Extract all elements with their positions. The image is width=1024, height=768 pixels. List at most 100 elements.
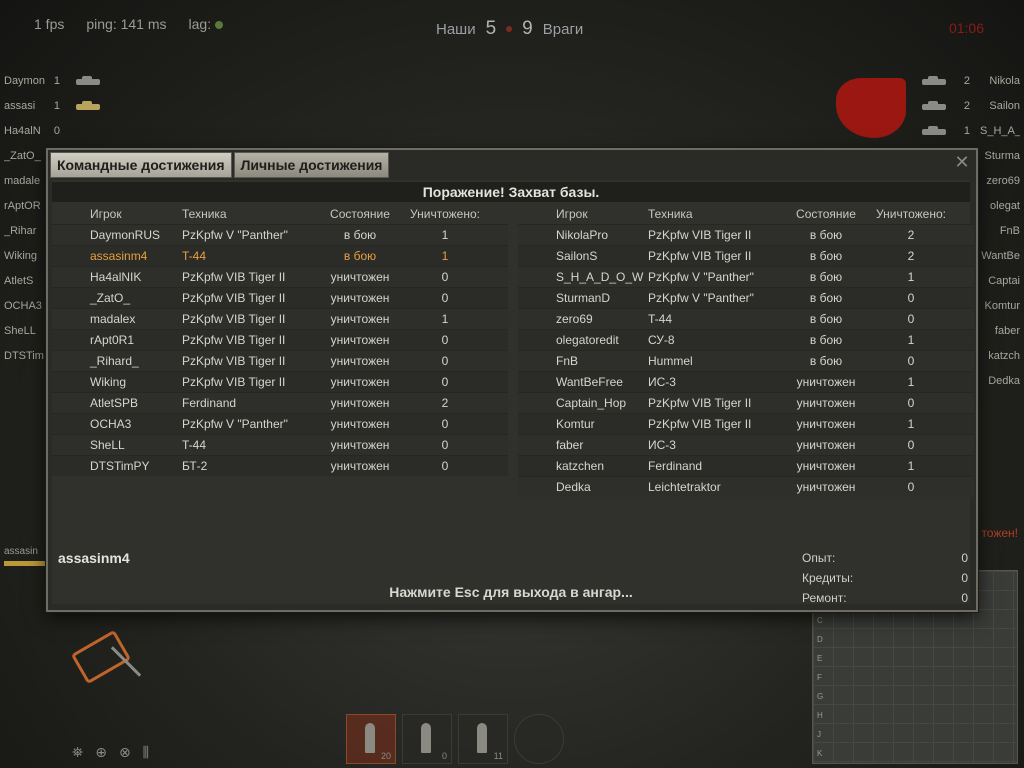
ally-panel-kills: 1 xyxy=(53,99,60,112)
close-icon[interactable]: ✕ xyxy=(952,152,972,172)
ally-team-table: Игрок Техника Состояние Уничтожено: Daym… xyxy=(52,204,508,476)
table-row[interactable]: AtletSPB Ferdinand уничтожен 2 xyxy=(52,392,508,413)
cell-vehicle: PzKpfw V "Panther" xyxy=(182,228,288,242)
table-row[interactable]: rApt0R1 PzKpfw VIB Tiger II уничтожен 0 xyxy=(52,329,508,350)
cell-state: в бою xyxy=(809,249,843,263)
table-row[interactable]: olegatoredit СУ-8 в бою 1 xyxy=(518,329,974,350)
reward-label: Опыт: xyxy=(802,551,836,565)
cell-vehicle: PzKpfw VIB Tiger II xyxy=(182,375,286,389)
enemy-panel-item[interactable]: 2 Sailon xyxy=(916,93,1020,118)
cell-state: уничтожен xyxy=(796,438,856,452)
table-row[interactable]: NikolaPro PzKpfw VIB Tiger II в бою 2 xyxy=(518,224,974,245)
ally-panel-name: Ha4alN xyxy=(4,124,41,137)
table-row[interactable]: Ha4alNIK PzKpfw VIB Tiger II уничтожен 0 xyxy=(52,266,508,287)
cell-vehicle: PzKpfw V "Panther" xyxy=(182,417,288,431)
table-row[interactable]: Captain_Hop PzKpfw VIB Tiger II уничтожен 0 xyxy=(518,392,974,413)
cell-player: SturmanD xyxy=(556,291,611,305)
team-score: Наши 5 9 Враги xyxy=(436,18,583,40)
enemy-panel-item[interactable]: 1 S_H_A_ xyxy=(916,118,1020,143)
enemy-panel-kills: 2 xyxy=(963,74,970,87)
minimap-row-label: C xyxy=(817,616,823,625)
ping-readout: ping: 141 ms xyxy=(86,16,167,32)
cell-kills: 0 xyxy=(907,480,915,494)
tab-personal-achievements[interactable]: Личные достижения xyxy=(233,152,390,178)
table-row[interactable]: WantBeFree ИС-3 уничтожен 1 xyxy=(518,371,974,392)
cell-kills: 1 xyxy=(907,375,915,389)
table-row[interactable]: Komtur PzKpfw VIB Tiger II уничтожен 1 xyxy=(518,413,974,434)
cell-state: уничтожен xyxy=(796,417,856,431)
ally-panel-item[interactable]: Ha4alN 0 xyxy=(4,118,110,143)
tab-team-achievements[interactable]: Командные достижения xyxy=(50,152,232,178)
table-row[interactable]: OCHA3 PzKpfw V "Panther" уничтожен 0 xyxy=(52,413,508,434)
cell-player: AtletSPB xyxy=(90,396,139,410)
ally-panel-name: _Rihar xyxy=(4,224,37,237)
tank-icon xyxy=(916,100,956,111)
table-row[interactable]: faber ИС-3 уничтожен 0 xyxy=(518,434,974,455)
ally-panel-name: AtletS xyxy=(4,274,34,287)
ally-panel-name: assasi xyxy=(4,99,36,112)
ally-panel-item[interactable]: assasi 1 xyxy=(4,93,110,118)
ammo-slot-3[interactable]: 11 xyxy=(458,714,508,764)
col-vehicle: Техника xyxy=(648,207,693,221)
dialog-tabs: Командные достижения Личные достижения xyxy=(50,152,390,178)
lag-label: lag: xyxy=(188,16,212,32)
table-row[interactable]: Wiking PzKpfw VIB Tiger II уничтожен 0 xyxy=(52,371,508,392)
table-row[interactable]: SturmanD PzKpfw V "Panther" в бою 0 xyxy=(518,287,974,308)
cell-state: в бою xyxy=(809,312,843,326)
table-row[interactable]: madalex PzKpfw VIB Tiger II уничтожен 1 xyxy=(52,308,508,329)
cell-state: уничтожен xyxy=(796,459,856,473)
reward-experience: Опыт: 0 xyxy=(802,548,972,568)
table-row[interactable]: DaymonRUS PzKpfw V "Panther" в бою 1 xyxy=(52,224,508,245)
ally-label: Наши xyxy=(436,20,476,38)
enemy-panel-name: zero69 xyxy=(986,174,1020,187)
table-row[interactable]: zero69 T-44 в бою 0 xyxy=(518,308,974,329)
enemy-panel-item[interactable]: 2 Nikola xyxy=(916,68,1020,93)
ally-score: 5 xyxy=(485,18,497,39)
col-player: Игрок xyxy=(556,207,588,221)
cell-player: SailonS xyxy=(556,249,598,263)
cell-vehicle: T-44 xyxy=(182,438,207,452)
table-row[interactable]: DTSTimPY БТ-2 уничтожен 0 xyxy=(52,455,508,476)
cell-kills: 0 xyxy=(441,354,449,368)
cell-state: в бою xyxy=(343,249,377,263)
table-row[interactable]: _Rihard_ PzKpfw VIB Tiger II уничтожен 0 xyxy=(52,350,508,371)
player-health: assasin xyxy=(4,546,48,566)
net-stats: 1 fps ping: 141 ms lag: xyxy=(34,16,224,32)
cell-vehicle: PzKpfw VIB Tiger II xyxy=(182,354,286,368)
table-row[interactable]: assasinm4 T-44 в бою 1 xyxy=(52,245,508,266)
cell-player: FnB xyxy=(556,354,579,368)
cell-player: _ZatO_ xyxy=(90,291,131,305)
table-header: Игрок Техника Состояние Уничтожено: xyxy=(518,204,974,224)
cell-player: assasinm4 xyxy=(90,249,148,263)
cell-vehicle: ИС-3 xyxy=(648,438,676,452)
table-row[interactable]: SailonS PzKpfw VIB Tiger II в бою 2 xyxy=(518,245,974,266)
cell-state: уничтожен xyxy=(796,480,856,494)
ally-panel-name: Daymon xyxy=(4,74,45,87)
cell-vehicle: PzKpfw VIB Tiger II xyxy=(182,312,286,326)
cell-state: уничтожен xyxy=(330,438,390,452)
cell-player: WantBeFree xyxy=(556,375,623,389)
table-row[interactable]: FnB Hummel в бою 0 xyxy=(518,350,974,371)
minimap-row-labels: C D E F G H J K xyxy=(817,611,823,763)
table-row[interactable]: Dedka Leichtetraktor уничтожен 0 xyxy=(518,476,974,497)
he-shell-icon xyxy=(421,723,431,753)
table-row[interactable]: SheLL T-44 уничтожен 0 xyxy=(52,434,508,455)
ally-panel-item[interactable]: Daymon 1 xyxy=(4,68,110,93)
table-row[interactable]: S_H_A_D_O_W PzKpfw V "Panther" в бою 1 xyxy=(518,266,974,287)
tank-icon xyxy=(70,100,110,111)
ammo-slot-2[interactable]: 0 xyxy=(402,714,452,764)
table-row[interactable]: _ZatO_ PzKpfw VIB Tiger II уничтожен 0 xyxy=(52,287,508,308)
table-row[interactable]: katzchen Ferdinand уничтожен 1 xyxy=(518,455,974,476)
cell-state: уничтожен xyxy=(330,312,390,326)
cell-player: olegatoredit xyxy=(556,333,619,347)
minimap-row-label: F xyxy=(817,673,822,682)
cell-kills: 0 xyxy=(441,438,449,452)
ammo-slot-1[interactable]: 20 xyxy=(346,714,396,764)
cell-player: faber xyxy=(556,438,584,452)
cell-state: уничтожен xyxy=(796,396,856,410)
cell-kills: 0 xyxy=(907,396,915,410)
ally-panel-name: _ZatO_ xyxy=(4,149,41,162)
current-player-name: assasinm4 xyxy=(58,550,130,566)
enemy-panel-name: Sturma xyxy=(984,149,1020,162)
enemy-score: 9 xyxy=(522,18,533,39)
